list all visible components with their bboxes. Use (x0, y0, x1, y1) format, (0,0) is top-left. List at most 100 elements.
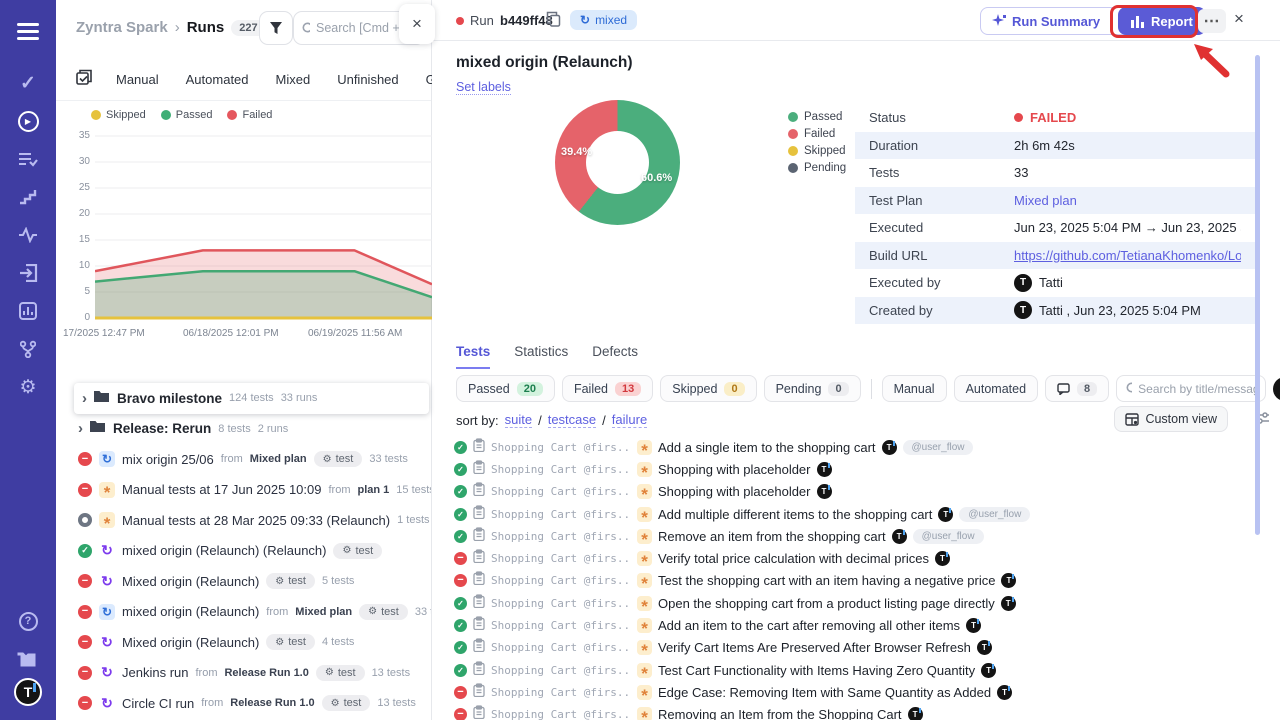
runs-icon[interactable]: ▶ (0, 102, 56, 140)
test-row[interactable]: Shopping Cart @firs... Shopping with pla… (432, 458, 1280, 480)
run-name[interactable]: mix origin 25/06 (122, 452, 214, 467)
runs-tab[interactable]: Mixed (276, 72, 311, 87)
run-name[interactable]: Jenkins run (122, 665, 188, 680)
menu-icon[interactable] (0, 12, 56, 50)
test-title[interactable]: Add a single item to the shopping cart (658, 440, 876, 455)
test-row[interactable]: Shopping Cart @firs... Add multiple diff… (432, 503, 1280, 525)
test-title[interactable]: Edge Case: Removing Item with Same Quant… (658, 685, 991, 700)
status-filter-chip[interactable]: Failed 13 (562, 375, 653, 402)
sort-testcase-link[interactable]: testcase (548, 412, 596, 428)
project-name[interactable]: Zyntra Spark (76, 19, 168, 36)
run-name[interactable]: Circle CI run (122, 696, 194, 711)
run-row[interactable]: › Circle CI run from Release Run 1.0 ⚙te… (56, 688, 431, 719)
run-plan-name[interactable]: plan 1 (357, 484, 389, 496)
analytics-icon[interactable] (0, 292, 56, 330)
settings-icon[interactable]: ⚙ (0, 368, 56, 406)
test-row[interactable]: Shopping Cart @firs... Test Cart Functio… (432, 659, 1280, 681)
status-filter-chip[interactable]: Passed 20 (456, 375, 555, 402)
projects-icon[interactable] (0, 640, 56, 678)
detail-value[interactable]: 33 (1014, 165, 1028, 180)
test-suite[interactable]: Shopping Cart @firs... (491, 641, 631, 654)
run-plan-name[interactable]: Mixed plan (295, 606, 352, 618)
run-row[interactable]: › Manual tests at 28 Mar 2025 09:33 (Rel… (56, 505, 431, 536)
tab[interactable]: Statistics (514, 344, 568, 369)
run-plan-name[interactable]: Release Run 1.0 (230, 697, 314, 709)
tab[interactable]: Defects (592, 344, 638, 369)
panel-close-button[interactable]: × (399, 4, 435, 44)
test-suite[interactable]: Shopping Cart @firs... (491, 485, 631, 498)
assignee-avatar[interactable]: T (1273, 377, 1280, 401)
run-name[interactable]: mixed origin (Relaunch) (122, 604, 259, 619)
test-row[interactable]: Shopping Cart @firs... Add a single item… (432, 436, 1280, 458)
sort-suite-link[interactable]: suite (505, 412, 532, 428)
run-row[interactable]: › Mixed origin (Relaunch) from ⚙test 4 t… (56, 627, 431, 658)
pulse-icon[interactable] (0, 216, 56, 254)
automated-filter-chip[interactable]: Automated (954, 375, 1038, 402)
comments-filter-chip[interactable]: 8 (1045, 375, 1109, 402)
detail-value[interactable]: Mixed plan (1014, 193, 1077, 208)
test-title[interactable]: Open the shopping cart from a product li… (658, 596, 995, 611)
custom-view-button[interactable]: Custom view (1114, 406, 1228, 432)
branch-icon[interactable] (0, 330, 56, 368)
run-row[interactable]: › Release: Rerun from ⚙ 8 tests 2 runs (56, 414, 431, 445)
test-suite[interactable]: Shopping Cart @firs... (491, 574, 631, 587)
close-button[interactable]: × (1234, 9, 1244, 29)
run-name[interactable]: Manual tests at 17 Jun 2025 10:09 (122, 482, 321, 497)
chevron-right-icon[interactable]: › (82, 390, 87, 407)
import-icon[interactable] (0, 254, 56, 292)
test-suite[interactable]: Shopping Cart @firs... (491, 686, 631, 699)
detail-value[interactable]: 2h 6m 42s (1014, 138, 1075, 153)
scrollbar-thumb[interactable] (1255, 55, 1260, 535)
runs-tab[interactable]: Manual (116, 72, 159, 87)
test-row[interactable]: Shopping Cart @firs... Verify Cart Items… (432, 637, 1280, 659)
test-row[interactable]: Shopping Cart @firs... Removing an Item … (432, 704, 1280, 720)
test-row[interactable]: Shopping Cart @firs... Edge Case: Removi… (432, 681, 1280, 703)
test-title[interactable]: Shopping with placeholder (658, 462, 811, 477)
runs-tab[interactable]: Automated (186, 72, 249, 87)
chevron-right-icon[interactable]: › (78, 420, 83, 437)
detail-value[interactable]: T Tatti , Jun 23, 2025 5:04 PM (1014, 301, 1201, 319)
run-row[interactable]: › Bravo milestone from ⚙ 124 tests 33 ru… (74, 383, 429, 414)
steps-icon[interactable] (0, 178, 56, 216)
run-row[interactable]: › mix origin 25/06 from Mixed plan ⚙test… (56, 444, 431, 475)
test-title[interactable]: Shopping with placeholder (658, 484, 811, 499)
filter-button[interactable] (259, 11, 293, 45)
test-suite[interactable]: Shopping Cart @firs... (491, 530, 631, 543)
status-filter-chip[interactable]: Skipped 0 (660, 375, 756, 402)
run-name[interactable]: Mixed origin (Relaunch) (122, 574, 259, 589)
tests-icon[interactable]: ✓ (0, 64, 56, 102)
test-suite[interactable]: Shopping Cart @firs... (491, 508, 631, 521)
test-title[interactable]: Add an item to the cart after removing a… (658, 618, 960, 633)
status-filter-chip[interactable]: Pending 0 (764, 375, 861, 402)
test-row[interactable]: Shopping Cart @firs... Open the shopping… (432, 592, 1280, 614)
test-suite[interactable]: Shopping Cart @firs... (491, 463, 631, 476)
detail-value[interactable]: https://github.com/TetianaKhomenko/Load-… (1014, 248, 1241, 263)
copy-icon[interactable] (546, 11, 561, 32)
more-options-button[interactable]: ⋯ (1198, 9, 1226, 33)
detail-value[interactable]: FAILED (1014, 110, 1076, 125)
run-name[interactable]: Manual tests at 28 Mar 2025 09:33 (Relau… (122, 513, 390, 528)
test-title[interactable]: Remove an item from the shopping cart (658, 529, 886, 544)
test-suite[interactable]: Shopping Cart @firs... (491, 441, 631, 454)
test-plans-icon[interactable] (0, 140, 56, 178)
test-title[interactable]: Test Cart Functionality with Items Havin… (658, 663, 975, 678)
sort-failure-link[interactable]: failure (612, 412, 647, 428)
tab[interactable]: Tests (456, 344, 490, 369)
run-row[interactable]: › Manual tests at 17 Jun 2025 10:09 from… (56, 475, 431, 506)
test-title[interactable]: Verify total price calculation with deci… (658, 551, 929, 566)
test-row[interactable]: Shopping Cart @firs... Shopping with pla… (432, 481, 1280, 503)
test-title[interactable]: Add multiple different items to the shop… (658, 507, 932, 522)
test-row[interactable]: Shopping Cart @firs... Test the shopping… (432, 570, 1280, 592)
test-row[interactable]: Shopping Cart @firs... Verify total pric… (432, 547, 1280, 569)
run-plan-name[interactable]: Release Run 1.0 (224, 667, 308, 679)
manual-filter-chip[interactable]: Manual (882, 375, 947, 402)
test-row[interactable]: Shopping Cart @firs... Add an item to th… (432, 614, 1280, 636)
test-suite[interactable]: Shopping Cart @firs... (491, 552, 631, 565)
detail-value[interactable]: Jun 23, 2025 5:04 PM → Jun 23, 2025 5:52… (1014, 220, 1241, 235)
run-name[interactable]: Bravo milestone (117, 391, 222, 406)
run-row[interactable]: › Mixed origin (Relaunch) from ⚙test 5 t… (56, 566, 431, 597)
run-row[interactable]: › mixed origin (Relaunch) (Relaunch) fro… (56, 536, 431, 567)
set-labels-link[interactable]: Set labels (456, 80, 511, 95)
run-name[interactable]: Mixed origin (Relaunch) (122, 635, 259, 650)
test-suite[interactable]: Shopping Cart @firs... (491, 664, 631, 677)
